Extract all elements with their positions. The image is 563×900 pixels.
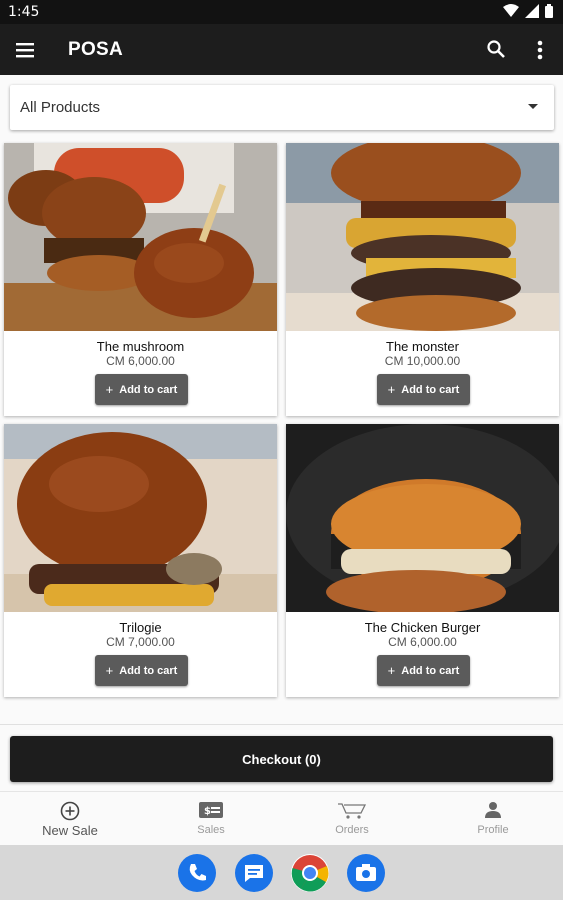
category-filter-select[interactable]: All Products <box>10 85 554 130</box>
product-name: The Chicken Burger <box>364 620 481 635</box>
menu-button[interactable] <box>12 37 40 63</box>
nav-label: New Sale <box>42 823 98 838</box>
nav-label: Orders <box>335 824 369 836</box>
product-image <box>286 143 559 331</box>
status-time: 1:45 <box>8 4 40 20</box>
product-card: The Chicken Burger CM 6,000.00 + Add to … <box>286 424 559 697</box>
nav-item-sales[interactable]: $ Sales <box>141 792 281 846</box>
product-card: The mushroom CM 6,000.00 + Add to cart <box>4 143 277 416</box>
receipt-dollar-icon: $ <box>199 802 223 818</box>
plus-icon: + <box>105 382 114 397</box>
add-to-cart-label: Add to cart <box>119 383 178 396</box>
plus-icon: + <box>105 663 114 678</box>
chrome-app-icon[interactable] <box>291 854 329 892</box>
status-bar: 1:45 <box>0 0 563 24</box>
svg-text:$: $ <box>204 806 211 817</box>
nav-item-new-sale[interactable]: New Sale <box>0 792 140 846</box>
arrow-drop-down-icon <box>528 104 538 109</box>
add-to-cart-label: Add to cart <box>119 664 178 677</box>
status-icons <box>503 4 553 18</box>
nav-item-orders[interactable]: Orders <box>282 792 422 846</box>
plus-icon: + <box>387 382 396 397</box>
search-button[interactable] <box>483 36 509 62</box>
filter-selected-value: All Products <box>20 99 101 116</box>
wifi-icon <box>503 4 519 17</box>
app-title: POSA <box>68 39 124 60</box>
add-circle-icon <box>60 801 80 821</box>
nav-label: Profile <box>477 824 509 836</box>
product-name: Trilogie <box>119 620 162 635</box>
product-price: CM 6,000.00 <box>388 635 457 649</box>
nav-label: Sales <box>197 824 225 836</box>
battery-icon <box>545 4 553 18</box>
add-to-cart-button[interactable]: + Add to cart <box>95 655 188 686</box>
add-to-cart-label: Add to cart <box>401 383 460 396</box>
product-name: The mushroom <box>96 339 185 354</box>
product-image <box>286 424 559 612</box>
signal-icon <box>525 4 539 18</box>
burger-photo <box>286 143 559 331</box>
add-to-cart-button[interactable]: + Add to cart <box>377 655 470 686</box>
messages-app-icon[interactable] <box>235 854 273 892</box>
burger-photo <box>4 424 277 612</box>
product-card: Trilogie CM 7,000.00 + Add to cart <box>4 424 277 697</box>
person-icon <box>485 802 501 818</box>
menu-icon <box>16 43 34 58</box>
nav-item-profile[interactable]: Profile <box>423 792 563 846</box>
app-bar: POSA <box>0 24 563 75</box>
product-price: CM 10,000.00 <box>384 354 461 368</box>
search-icon <box>487 40 505 58</box>
plus-icon: + <box>387 663 396 678</box>
add-to-cart-button[interactable]: + Add to cart <box>95 374 188 405</box>
product-price: CM 7,000.00 <box>106 635 175 649</box>
product-card: The monster CM 10,000.00 + Add to cart <box>286 143 559 416</box>
product-name: The monster <box>386 339 459 354</box>
more-options-button[interactable] <box>529 36 551 64</box>
phone-app-icon[interactable] <box>178 854 216 892</box>
burger-photo <box>4 143 277 331</box>
system-dock <box>0 845 563 900</box>
product-price: CM 6,000.00 <box>106 354 175 368</box>
more-vert-icon <box>537 40 543 60</box>
add-to-cart-label: Add to cart <box>401 664 460 677</box>
bottom-navigation: New Sale $ Sales Orders Profile <box>0 791 563 845</box>
product-image <box>4 143 277 331</box>
shopping-cart-icon <box>338 803 367 819</box>
camera-app-icon[interactable] <box>347 854 385 892</box>
product-image <box>4 424 277 612</box>
divider <box>0 724 563 725</box>
burger-photo <box>286 424 559 612</box>
checkout-button[interactable]: Checkout (0) <box>10 736 553 782</box>
add-to-cart-button[interactable]: + Add to cart <box>377 374 470 405</box>
